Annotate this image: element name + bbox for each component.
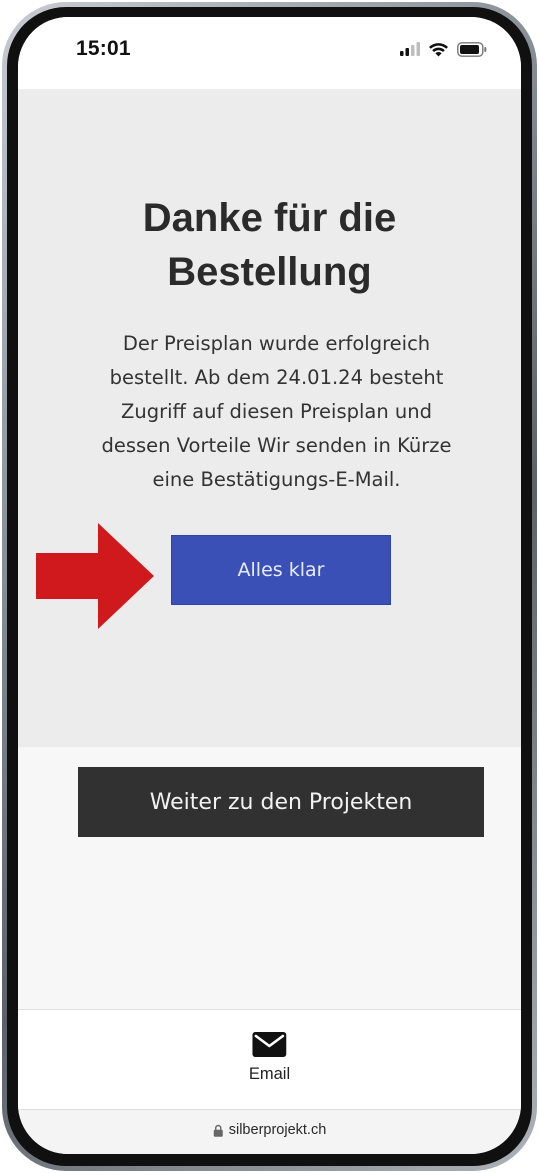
envelope-icon [252, 1032, 287, 1057]
weiter-zu-den-projekten-button[interactable]: Weiter zu den Projekten [78, 767, 484, 837]
signal-icon [400, 42, 420, 56]
message-line: Der Preisplan wurde erfolgreich [122, 332, 431, 355]
confirmation-panel: Danke für die Bestellung Der Preisplan w… [18, 89, 521, 747]
wifi-icon [429, 43, 448, 57]
red-arrow-annotation [36, 523, 154, 629]
url-display[interactable]: silberprojekt.ch [213, 1122, 327, 1138]
battery-icon [457, 41, 487, 57]
message-line: Zugriff auf diesen Preisplan und [120, 400, 433, 423]
message-line: dessen Vorteile Wir senden in Kürze [101, 434, 452, 457]
message-line: bestellt. Ab dem 24.01.24 besteht [109, 366, 444, 389]
url-text: silberprojekt.ch [228, 1122, 327, 1138]
phone-frame: 15:01 Danke für die Bestellung Der Preis… [2, 2, 537, 1171]
page-title: Danke für die Bestellung [18, 191, 521, 299]
title-line-1: Danke für die [142, 196, 397, 240]
message-line: eine Bestätigungs-E-Mail. [152, 468, 401, 491]
email-link[interactable]: Email [249, 1024, 290, 1084]
status-time: 15:01 [76, 37, 131, 60]
confirmation-message: Der Preisplan wurde erfolgreich bestellt… [66, 327, 487, 497]
alles-klar-button[interactable]: Alles klar [171, 535, 391, 605]
status-icons [400, 39, 487, 59]
browser-address-bar[interactable]: silberprojekt.ch [18, 1109, 521, 1154]
lock-icon [213, 1124, 223, 1137]
contact-bar: Email [18, 1009, 521, 1109]
title-line-2: Bestellung [167, 250, 372, 294]
email-label: Email [248, 1065, 291, 1083]
phone-screen: 15:01 Danke für die Bestellung Der Preis… [18, 17, 521, 1154]
lower-section: Weiter zu den Projekten [18, 747, 521, 1009]
phone-bezel: 15:01 Danke für die Bestellung Der Preis… [7, 7, 532, 1166]
status-bar: 15:01 [18, 17, 521, 89]
